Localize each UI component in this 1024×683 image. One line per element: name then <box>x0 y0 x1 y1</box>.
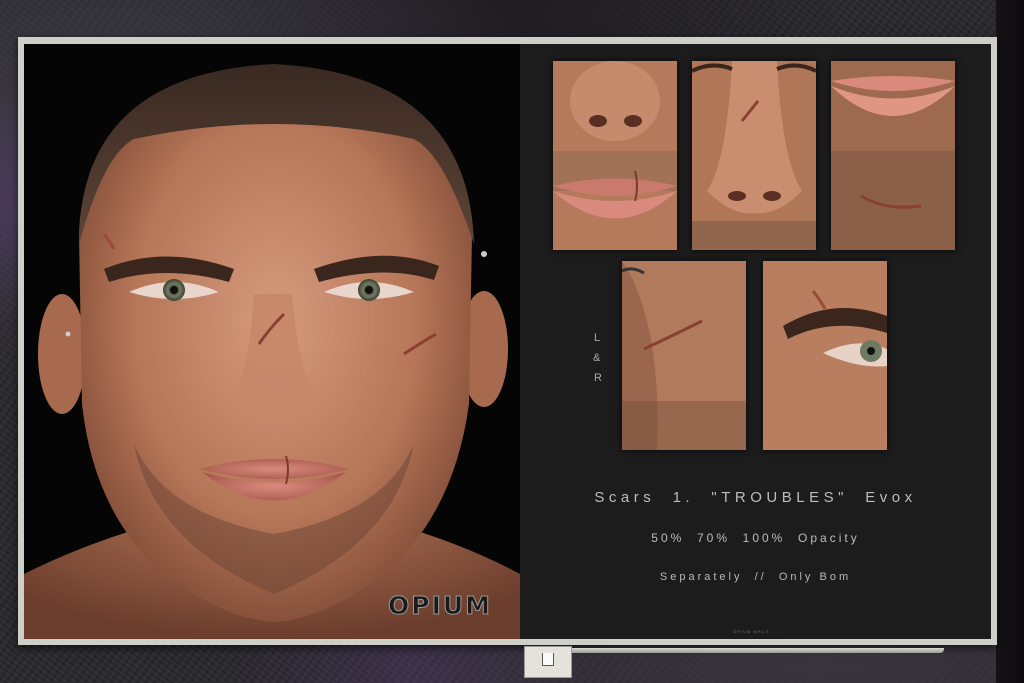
left-ear <box>38 294 86 414</box>
footer-credit: OPIUM MRCS ... <box>733 629 778 634</box>
availability-note: Separately // Only Bom <box>659 571 852 583</box>
model-portrait: OPIUM <box>24 44 520 639</box>
face-illustration <box>24 44 520 639</box>
product-title: Scars 1. "TROUBLES" Evox <box>594 489 917 506</box>
thumb-cheek-scar <box>622 261 746 450</box>
dark-post <box>996 0 1024 683</box>
tab-icon <box>542 653 554 666</box>
frame-rail <box>570 648 944 653</box>
poster-canvas: OPIUM L & R Scars 1. "TROUBLES" Evox 50%… <box>24 44 991 639</box>
thumb-brow-scar <box>763 261 887 450</box>
side-letter-and: & <box>593 352 603 364</box>
hanging-tab[interactable] <box>524 646 572 678</box>
thumb-nose-scar <box>692 61 816 250</box>
brand-logo: OPIUM <box>387 591 493 621</box>
thumb-chin-scar <box>831 61 955 250</box>
side-letter-l: L <box>594 332 603 344</box>
side-letter-r: R <box>594 372 604 384</box>
opacity-options: 50% 70% 100% Opacity <box>651 531 860 545</box>
thumb-lip-scar <box>553 61 677 250</box>
